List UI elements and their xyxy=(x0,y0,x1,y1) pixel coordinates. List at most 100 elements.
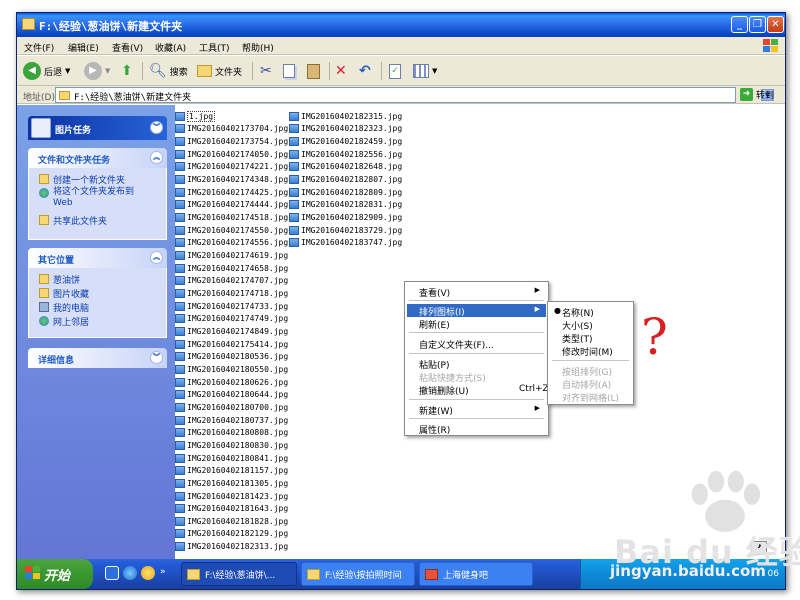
file-item[interactable]: IMG20160402175414.jpg xyxy=(175,338,288,351)
copy-button[interactable] xyxy=(283,61,295,81)
menu-item-arrange-icons[interactable]: 排列图标(I) ▶ xyxy=(407,304,546,318)
file-item[interactable]: IMG20160402174556.jpg xyxy=(175,237,288,250)
file-item[interactable]: IMG20160402180626.jpg xyxy=(175,376,288,389)
menu-help[interactable]: 帮助(H) xyxy=(242,41,274,54)
file-item[interactable]: IMG20160402182129.jpg xyxy=(175,528,288,541)
menu-tools[interactable]: 工具(T) xyxy=(199,41,230,54)
file-item[interactable]: IMG20160402180644.jpg xyxy=(175,388,288,401)
other-places-header[interactable]: 其它位置 ︽ xyxy=(28,248,167,268)
place-cong-you-bing[interactable]: 葱油饼 xyxy=(39,273,80,286)
up-folder-button[interactable]: ⬆ xyxy=(121,61,133,81)
title-bar[interactable]: F:\经验\葱油饼\新建文件夹 _ ❐ ✕ xyxy=(17,13,785,37)
place-my-pictures[interactable]: 图片收藏 xyxy=(39,287,89,300)
file-item[interactable]: IMG20160402180550.jpg xyxy=(175,363,288,376)
file-item[interactable]: IMG20160402182648.jpg xyxy=(289,161,402,174)
publish-web-link[interactable]: 将这个文件夹发布到 Web xyxy=(39,187,134,209)
file-item[interactable]: IMG20160402174050.jpg xyxy=(175,148,288,161)
file-item[interactable]: IMG20160402181305.jpg xyxy=(175,477,288,490)
submenu-item-name[interactable]: ● 名称(N) xyxy=(550,305,631,319)
create-folder-link[interactable]: 创建一个新文件夹 xyxy=(39,173,125,186)
file-item[interactable]: IMG20160402174518.jpg xyxy=(175,211,288,224)
minimize-button[interactable]: _ xyxy=(731,16,748,33)
quicklaunch-more-icon[interactable]: » xyxy=(160,567,166,577)
media-icon[interactable] xyxy=(141,566,155,580)
start-button[interactable]: 开始 xyxy=(17,559,93,589)
menu-item-refresh[interactable]: 刷新(E) xyxy=(407,317,546,331)
menu-edit[interactable]: 编辑(E) xyxy=(68,41,99,54)
chevron-up-icon[interactable]: ︽ xyxy=(150,151,163,164)
menu-item-view[interactable]: 查看(V) ▶ xyxy=(407,285,546,299)
file-item[interactable]: IMG20160402182807.jpg xyxy=(289,173,402,186)
file-item[interactable]: IMG20160402174658.jpg xyxy=(175,262,288,275)
forward-button[interactable]: ▶ ▼ xyxy=(84,61,110,81)
file-item[interactable]: IMG20160402174550.jpg xyxy=(175,224,288,237)
properties-button[interactable]: ✓ xyxy=(389,61,401,81)
file-item[interactable]: IMG20160402182909.jpg xyxy=(289,211,402,224)
menu-item-undo-delete[interactable]: 撤销删除(U) Ctrl+Z xyxy=(407,383,549,397)
share-folder-link[interactable]: 共享此文件夹 xyxy=(39,214,107,227)
file-item[interactable]: IMG20160402181643.jpg xyxy=(175,502,288,515)
menu-item-new[interactable]: 新建(W) ▶ xyxy=(407,403,546,417)
submenu-item-size[interactable]: 大小(S) xyxy=(550,318,631,332)
file-item[interactable]: IMG20160402180841.jpg xyxy=(175,452,288,465)
file-item[interactable]: IMG20160402180808.jpg xyxy=(175,426,288,439)
menu-item-paste[interactable]: 粘贴(P) xyxy=(407,357,546,371)
file-item[interactable]: IMG20160402182459.jpg xyxy=(289,135,402,148)
file-item[interactable]: IMG20160402173754.jpg xyxy=(175,135,288,148)
file-item[interactable]: IMG20160402180700.jpg xyxy=(175,401,288,414)
file-item[interactable]: IMG20160402174718.jpg xyxy=(175,287,288,300)
menu-favorites[interactable]: 收藏(A) xyxy=(155,41,186,54)
file-item[interactable]: IMG20160402180830.jpg xyxy=(175,439,288,452)
place-my-computer[interactable]: 我的电脑 xyxy=(39,301,89,314)
address-input[interactable]: F:\经验\葱油饼\新建文件夹 ▼ xyxy=(55,87,774,103)
submenu-item-modified[interactable]: 修改时间(M) xyxy=(550,344,631,358)
file-folder-tasks-header[interactable]: 文件和文件夹任务 ︽ xyxy=(28,148,167,168)
back-button[interactable]: ◀ 后退 ▼ xyxy=(23,61,70,81)
delete-button[interactable]: ✕ xyxy=(335,61,347,81)
taskbar-window-2[interactable]: F:\经验\按拍照时间 xyxy=(301,562,415,586)
close-button[interactable]: ✕ xyxy=(767,16,784,33)
show-desktop-icon[interactable] xyxy=(105,566,119,580)
file-item[interactable]: IMG20160402183729.jpg xyxy=(289,224,402,237)
file-item[interactable]: IMG20160402174733.jpg xyxy=(175,300,288,313)
details-header[interactable]: 详细信息 ︾ xyxy=(28,348,167,368)
folders-button[interactable]: 文件夹 xyxy=(197,61,242,81)
file-item[interactable]: IMG20160402174749.jpg xyxy=(175,313,288,326)
views-button[interactable]: ▼ xyxy=(413,61,437,81)
file-item[interactable]: IMG20160402174707.jpg xyxy=(175,275,288,288)
search-button[interactable]: 🔍︎ 搜索 xyxy=(149,61,188,81)
paste-button[interactable] xyxy=(307,61,320,81)
file-item[interactable]: IMG20160402182809.jpg xyxy=(289,186,402,199)
file-item[interactable]: IMG20160402181157.jpg xyxy=(175,464,288,477)
go-button[interactable]: ➜ 转到 xyxy=(740,88,774,101)
file-item[interactable]: IMG20160402174425.jpg xyxy=(175,186,288,199)
file-item[interactable]: IMG20160402174619.jpg xyxy=(175,249,288,262)
chevron-down-icon[interactable]: ︾ xyxy=(150,351,163,364)
file-item[interactable]: 1.jpg xyxy=(175,110,288,123)
file-item[interactable]: IMG20160402182315.jpg xyxy=(289,110,402,123)
file-item[interactable]: IMG20160402182556.jpg xyxy=(289,148,402,161)
file-item[interactable]: IMG20160402174849.jpg xyxy=(175,325,288,338)
file-item[interactable]: IMG20160402181423.jpg xyxy=(175,490,288,503)
picture-tasks-header[interactable]: 图片任务 ︾ xyxy=(28,116,167,140)
file-item[interactable]: IMG20160402181828.jpg xyxy=(175,515,288,528)
place-network[interactable]: 网上邻居 xyxy=(39,315,89,328)
menu-file[interactable]: 文件(F) xyxy=(24,41,54,54)
maximize-button[interactable]: ❐ xyxy=(749,16,766,33)
menu-item-properties[interactable]: 属性(R) xyxy=(407,422,546,436)
file-item[interactable]: IMG20160402174444.jpg xyxy=(175,199,288,212)
menu-view[interactable]: 查看(V) xyxy=(112,41,143,54)
chevron-up-icon[interactable]: ︽ xyxy=(150,251,163,264)
file-item[interactable]: IMG20160402180536.jpg xyxy=(175,350,288,363)
file-item[interactable]: IMG20160402173704.jpg xyxy=(175,123,288,136)
menu-item-customize-folder[interactable]: 自定义文件夹(F)... xyxy=(407,337,546,351)
file-item[interactable]: IMG20160402174221.jpg xyxy=(175,161,288,174)
taskbar-window-1[interactable]: F:\经验\葱油饼\... xyxy=(181,562,297,586)
file-item[interactable]: IMG20160402183747.jpg xyxy=(289,237,402,250)
file-item[interactable]: IMG20160402180737.jpg xyxy=(175,414,288,427)
file-item[interactable]: IMG20160402174348.jpg xyxy=(175,173,288,186)
submenu-item-type[interactable]: 类型(T) xyxy=(550,331,631,345)
cut-button[interactable]: ✂ xyxy=(260,61,272,81)
file-item[interactable]: IMG20160402182323.jpg xyxy=(289,123,402,136)
undo-button[interactable]: ↶ xyxy=(359,61,371,81)
